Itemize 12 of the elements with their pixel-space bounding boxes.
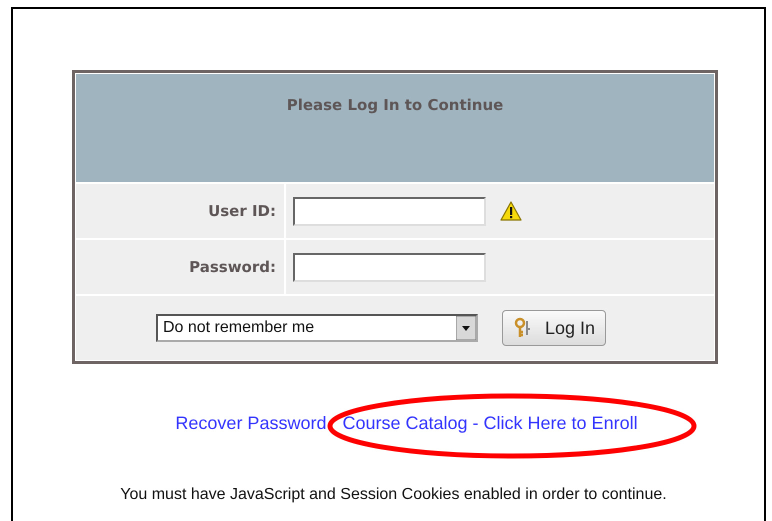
field-label: Password: [189, 256, 276, 278]
dropdown-caret-icon [456, 316, 476, 340]
login-button[interactable]: Log In [502, 310, 606, 346]
requirements-note: You must have JavaScript and Session Cookies enabled in order to continue. [120, 485, 667, 505]
panel-title: Please Log In to Continue [286, 95, 504, 116]
field-label: User ID: [208, 200, 276, 222]
keys-icon [512, 317, 533, 339]
input-field[interactable] [293, 196, 486, 226]
remember-select[interactable]: Do not remember me [156, 314, 478, 342]
warning-icon [500, 201, 522, 221]
input-field[interactable] [293, 252, 486, 282]
link[interactable]: Recover Password [175, 413, 326, 433]
